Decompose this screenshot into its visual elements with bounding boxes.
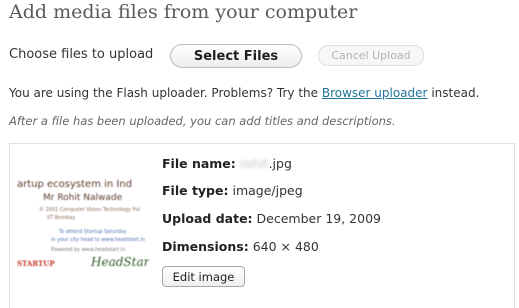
cancel-upload-button[interactable]: Cancel Upload <box>318 45 424 66</box>
upload-hint: After a file has been uploaded, you can … <box>9 114 396 128</box>
media-item: artup ecosystem in Ind Mr Rohit Nalwade … <box>9 143 515 308</box>
dimensions-row: Dimensions: 640 × 480 <box>162 239 319 254</box>
thumbnail-text: Powered by www.headstart.in <box>51 247 126 253</box>
page-title: Add media files from your computer <box>9 1 358 23</box>
dimensions-value: 640 × 480 <box>252 239 319 254</box>
thumbnail-text: To attend Startup Saturday <box>59 229 127 235</box>
thumbnail-text: © 2001 Computer Vision Technology Pvt <box>39 207 141 213</box>
headstart-logo: HeadStart <box>91 255 149 269</box>
dimensions-label: Dimensions: <box>162 239 249 254</box>
thumbnail-text: Mr Rohit Nalwade <box>43 193 123 203</box>
upload-date-row: Upload date: December 19, 2009 <box>162 211 381 226</box>
file-name-row: File name: rohit.jpg <box>162 156 292 171</box>
image-thumbnail: artup ecosystem in Ind Mr Rohit Nalwade … <box>13 167 149 287</box>
thumbnail-text: in your city head to www.headstart.in <box>51 237 145 243</box>
file-type-row: File type: image/jpeg <box>162 183 303 198</box>
flash-uploader-notice: You are using the Flash uploader. Proble… <box>9 86 479 100</box>
file-extension: .jpg <box>268 156 292 171</box>
file-type-value: image/jpeg <box>232 183 303 198</box>
browser-uploader-link[interactable]: Browser uploader <box>322 86 428 100</box>
choose-files-label: Choose files to upload <box>9 47 154 62</box>
upload-date-value: December 19, 2009 <box>256 211 381 226</box>
flash-notice-suffix: instead. <box>427 86 480 100</box>
startup-logo: STARTUP <box>17 259 55 268</box>
upload-row: Choose files to upload Select Files Canc… <box>9 44 509 68</box>
thumbnail-text: artup ecosystem in Ind <box>17 179 133 190</box>
flash-notice-text: You are using the Flash uploader. Proble… <box>9 86 322 100</box>
file-type-label: File type: <box>162 183 229 198</box>
file-name-blurred: rohit <box>239 156 269 171</box>
upload-date-label: Upload date: <box>162 211 253 226</box>
file-name-label: File name: <box>162 156 236 171</box>
edit-image-button[interactable]: Edit image <box>162 266 245 287</box>
thumbnail-text: IIT Bombay <box>47 215 76 221</box>
select-files-button[interactable]: Select Files <box>170 44 302 68</box>
